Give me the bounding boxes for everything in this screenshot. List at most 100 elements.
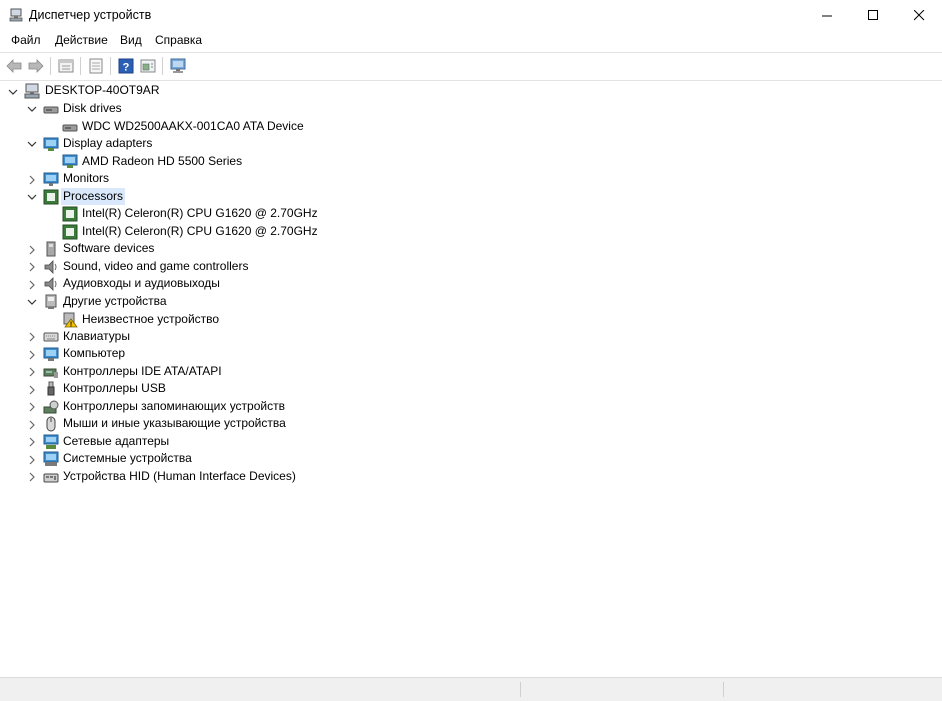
tree-label-other-devices: Другие устройства [63, 294, 167, 308]
chevron-right-icon[interactable] [27, 367, 37, 377]
toolbar-separator [50, 57, 51, 75]
properties-button[interactable] [57, 57, 75, 75]
tree-label-processors: Processors [61, 188, 126, 205]
chevron-right-icon[interactable] [27, 455, 37, 465]
speaker-icon [44, 277, 57, 291]
forward-button[interactable] [27, 57, 45, 75]
update-driver-button[interactable] [139, 57, 157, 75]
menu-view[interactable]: Вид [120, 33, 142, 47]
minimize-button[interactable] [804, 0, 850, 31]
software-device-icon [46, 241, 56, 257]
display-adapter-icon [62, 154, 78, 168]
tree-label-hid: Устройства HID (Human Interface Devices) [63, 469, 296, 483]
chevron-right-icon[interactable] [27, 420, 37, 430]
tree-label-cpu-1: Intel(R) Celeron(R) CPU G1620 @ 2.70GHz [82, 206, 318, 220]
processor-icon [62, 224, 78, 240]
toolbar: ? [0, 52, 942, 81]
device-manager-icon [9, 8, 23, 22]
chevron-down-icon[interactable] [8, 87, 18, 97]
monitor-icon [43, 172, 59, 186]
scan-hardware-icon [170, 58, 186, 73]
show-hidden-button[interactable] [87, 57, 105, 75]
tree-label-unknown-device: Неизвестное устройство [82, 312, 220, 326]
display-adapter-icon [43, 137, 59, 151]
toolbar-separator [162, 57, 163, 75]
maximize-icon [867, 10, 878, 20]
status-separator [723, 682, 724, 697]
tree-label-ide: Контроллеры IDE ATA/ATAPI [63, 364, 222, 378]
close-icon [913, 10, 924, 21]
tree-label-monitors: Monitors [63, 171, 110, 185]
tree-label-storage: Контроллеры запоминающих устройств [63, 399, 285, 413]
list-view-icon [89, 58, 103, 74]
chevron-down-icon[interactable] [27, 139, 37, 149]
arrow-left-icon [6, 59, 22, 73]
tree-label-network: Сетевые адаптеры [63, 434, 170, 448]
chevron-right-icon[interactable] [27, 437, 37, 447]
tree-label-root: DESKTOP-40OT9AR [45, 83, 160, 97]
ide-controller-icon [43, 368, 58, 378]
scan-hardware-button[interactable] [170, 57, 188, 75]
minimize-icon [821, 15, 832, 17]
disk-drive-icon [43, 106, 59, 114]
status-separator [520, 682, 521, 697]
tree-label-display-device: AMD Radeon HD 5500 Series [82, 154, 243, 168]
tree-label-mice: Мыши и иные указывающие устройства [63, 416, 286, 430]
processor-icon [62, 206, 78, 222]
chevron-right-icon[interactable] [27, 385, 37, 395]
storage-controller-icon [43, 400, 59, 414]
tree-label-software-devices: Software devices [63, 241, 155, 255]
chevron-down-icon[interactable] [27, 192, 37, 202]
system-devices-icon [43, 451, 59, 466]
properties-icon [58, 59, 74, 73]
chevron-right-icon[interactable] [27, 350, 37, 360]
chevron-right-icon[interactable] [27, 280, 37, 290]
chevron-right-icon[interactable] [27, 245, 37, 255]
chevron-right-icon[interactable] [27, 175, 37, 185]
unknown-device-warning-icon: ! [63, 312, 78, 328]
menu-file[interactable]: Файл [11, 33, 41, 47]
help-icon: ? [118, 58, 134, 74]
help-button[interactable]: ? [117, 57, 135, 75]
maximize-button[interactable] [850, 0, 896, 31]
toolbar-separator [80, 57, 81, 75]
tree-label-system: Системные устройства [63, 451, 192, 465]
close-button[interactable] [896, 0, 942, 31]
tree-label-computer: Компьютер [63, 346, 126, 360]
chevron-right-icon[interactable] [27, 402, 37, 412]
chevron-right-icon[interactable] [27, 262, 37, 272]
status-bar [0, 677, 942, 701]
speaker-icon [44, 260, 57, 274]
tree-label-disk-drives: Disk drives [63, 101, 122, 115]
tree-label-keyboards: Клавиатуры [63, 329, 130, 343]
window-title: Диспетчер устройств [29, 8, 152, 22]
toolbar-separator [110, 57, 111, 75]
back-button[interactable] [5, 57, 23, 75]
device-tree: DESKTOP-40OT9AR Disk drives WDC WD2500AA… [0, 81, 942, 677]
svg-text:?: ? [123, 62, 130, 74]
network-adapter-icon [43, 434, 59, 449]
arrow-right-icon [28, 59, 44, 73]
mouse-icon [46, 416, 56, 432]
menu-bar: Файл Действие Вид Справка [0, 31, 942, 51]
disk-drive-icon [62, 124, 78, 132]
keyboard-icon [43, 332, 59, 342]
chevron-down-icon[interactable] [27, 104, 37, 114]
update-driver-icon [140, 59, 156, 73]
computer-icon [43, 347, 59, 361]
chevron-right-icon[interactable] [27, 332, 37, 342]
tree-label-audio-io: Аудиовходы и аудиовыходы [63, 276, 220, 290]
tree-label-display-adapters: Display adapters [63, 136, 153, 150]
chevron-right-icon[interactable] [27, 472, 37, 482]
menu-help[interactable]: Справка [155, 33, 202, 47]
tree-label-sound: Sound, video and game controllers [63, 259, 249, 273]
processor-icon [43, 189, 59, 205]
hid-icon [43, 473, 59, 483]
chevron-down-icon[interactable] [27, 297, 37, 307]
other-devices-icon [45, 294, 57, 309]
menu-action[interactable]: Действие [55, 33, 108, 47]
tree-label-cpu-2: Intel(R) Celeron(R) CPU G1620 @ 2.70GHz [82, 224, 318, 238]
tree-label-disk-device: WDC WD2500AAKX-001CA0 ATA Device [82, 119, 304, 133]
computer-icon [24, 83, 40, 99]
title-bar: Диспетчер устройств [0, 0, 942, 31]
